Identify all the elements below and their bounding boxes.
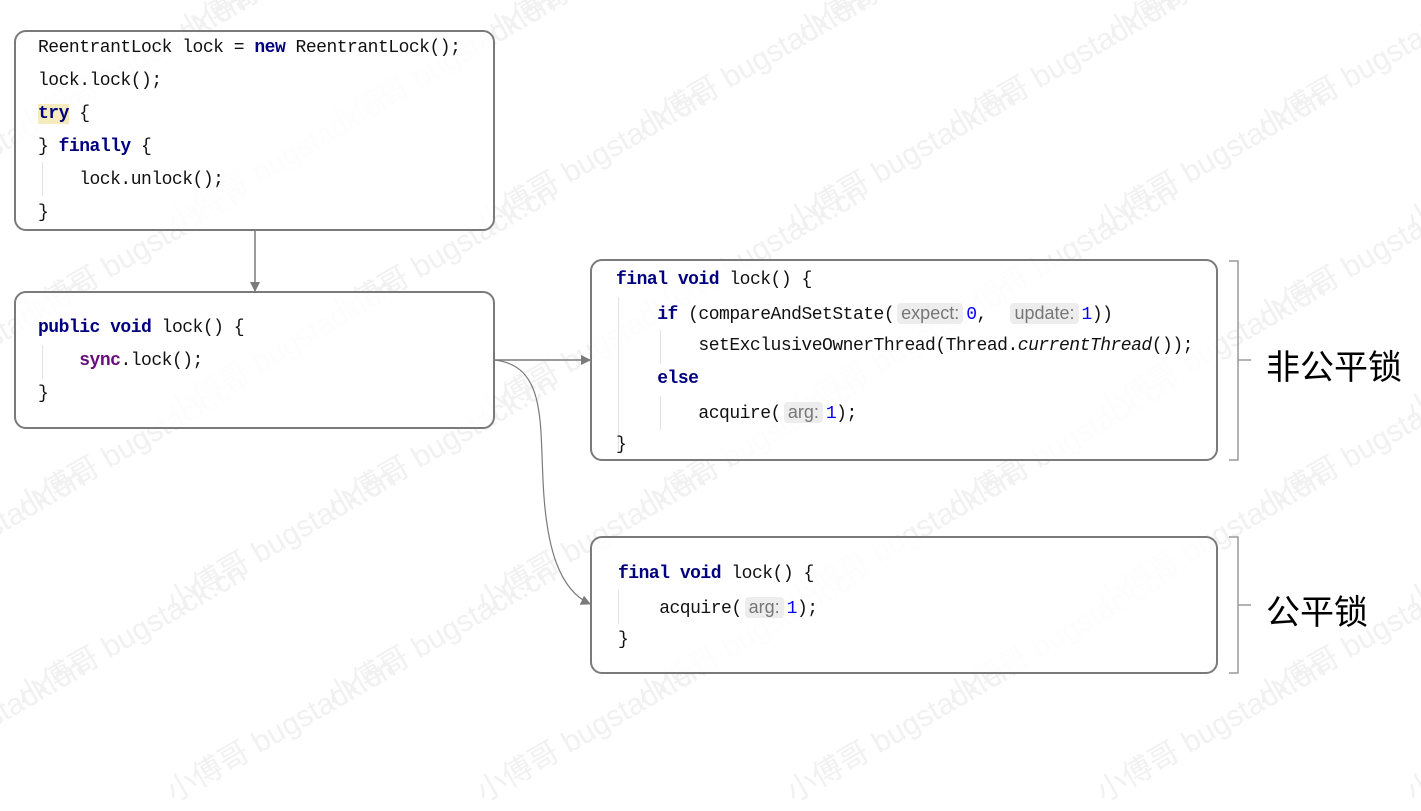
code-box-usage: ReentrantLock lock = new ReentrantLock()… bbox=[14, 30, 495, 231]
code-token: } bbox=[616, 435, 627, 455]
code-token: void bbox=[677, 270, 720, 290]
code-box-nonfair-lock: final void lock() { if (compareAndSetSta… bbox=[590, 259, 1218, 461]
code-token: if bbox=[657, 305, 678, 325]
code-token: , bbox=[976, 305, 1008, 325]
code-token: void bbox=[679, 564, 722, 584]
code-token: { bbox=[68, 104, 90, 124]
code-line: } bbox=[38, 203, 49, 223]
code-token: { bbox=[130, 137, 152, 157]
code-box-fair-lock: final void lock() { acquire(arg: 1);} bbox=[590, 536, 1218, 674]
code-token: lock() { bbox=[151, 318, 245, 338]
code-line: acquire(arg: 1); bbox=[616, 402, 857, 424]
code-token: lock() { bbox=[719, 270, 812, 290]
code-line: } bbox=[38, 384, 49, 404]
code-token: finally bbox=[58, 137, 132, 157]
brace-fair bbox=[1229, 536, 1251, 674]
arrow-lock-to-fair bbox=[493, 359, 591, 605]
param-hint: expect: bbox=[897, 303, 964, 324]
code-line: acquire(arg: 1); bbox=[618, 597, 818, 619]
code-token: void bbox=[110, 318, 152, 338]
code-token: .lock(); bbox=[120, 351, 203, 371]
code-token: ()); bbox=[1151, 336, 1194, 356]
code-token: final bbox=[618, 564, 670, 584]
code-token: lock() { bbox=[721, 564, 814, 584]
code-line: sync.lock(); bbox=[38, 351, 203, 371]
code-line: } finally { bbox=[38, 137, 152, 157]
code-token: acquire( bbox=[618, 599, 742, 619]
code-token: } bbox=[38, 137, 59, 157]
code-line: setExclusiveOwnerThread(Thread.currentTh… bbox=[616, 336, 1193, 356]
code-token: ); bbox=[796, 599, 818, 619]
code-line: else bbox=[616, 369, 699, 389]
code-token: } bbox=[38, 203, 49, 223]
code-token: } bbox=[618, 630, 629, 650]
code-line: public void lock() { bbox=[38, 318, 245, 338]
code-token: final bbox=[616, 270, 668, 290]
param-hint: update: bbox=[1010, 303, 1079, 324]
code-token: sync bbox=[79, 351, 121, 371]
code-token: acquire( bbox=[616, 404, 781, 424]
code-token: 1 bbox=[825, 404, 837, 424]
code-token: 1 bbox=[1081, 305, 1093, 325]
code-line: } bbox=[616, 435, 627, 455]
code-line: try { bbox=[38, 104, 90, 124]
code-line: final void lock() { bbox=[616, 270, 812, 290]
label-fair-lock: 公平锁 bbox=[1266, 593, 1368, 633]
code-token: try bbox=[38, 104, 69, 124]
code-token: lock.lock(); bbox=[38, 71, 162, 91]
param-hint: arg: bbox=[744, 597, 784, 618]
code-line: final void lock() { bbox=[618, 564, 814, 584]
code-box-lock-method: public void lock() { sync.lock();} bbox=[14, 291, 495, 429]
code-token: } bbox=[38, 384, 49, 404]
code-token: else bbox=[657, 369, 699, 389]
param-hint: arg: bbox=[783, 402, 823, 423]
code-token: 0 bbox=[966, 305, 977, 325]
code-token: 1 bbox=[786, 599, 798, 619]
code-token: currentThread bbox=[1017, 336, 1152, 356]
code-line: } bbox=[618, 630, 629, 650]
code-line: lock.unlock(); bbox=[38, 170, 224, 190]
code-line: if (compareAndSetState(expect: 0, update:… bbox=[616, 303, 1113, 325]
code-line: ReentrantLock lock = new ReentrantLock()… bbox=[38, 38, 461, 58]
brace-nonfair bbox=[1229, 260, 1251, 461]
code-token: )) bbox=[1091, 305, 1113, 325]
code-token: public bbox=[38, 318, 100, 338]
label-nonfair-lock: 非公平锁 bbox=[1266, 348, 1402, 388]
code-token: setExclusiveOwnerThread(Thread. bbox=[616, 336, 1018, 356]
code-token: ); bbox=[836, 404, 857, 424]
code-token: new bbox=[254, 38, 286, 58]
code-token: ReentrantLock(); bbox=[285, 38, 461, 58]
code-token: ReentrantLock lock = bbox=[38, 38, 255, 58]
code-line: lock.lock(); bbox=[38, 71, 162, 91]
code-token: (compareAndSetState( bbox=[677, 305, 895, 325]
code-token: lock.unlock(); bbox=[38, 170, 224, 190]
